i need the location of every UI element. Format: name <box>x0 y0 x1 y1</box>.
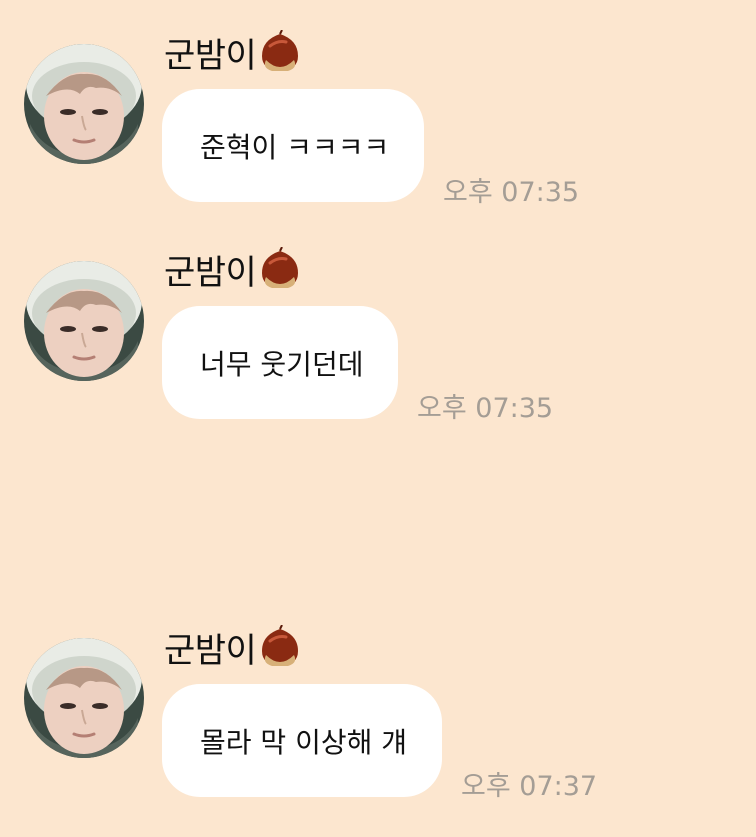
sender-name: 군밤이 <box>164 35 257 76</box>
chestnut-emoji-icon <box>258 625 302 669</box>
message-time: 오후 07:35 <box>443 177 580 208</box>
avatar[interactable] <box>24 638 144 758</box>
sender-row: 군밤이 <box>164 245 302 293</box>
sender-row: 군밤이 <box>164 623 302 671</box>
message-bubble[interactable]: 준혁이 ㅋㅋㅋㅋ <box>162 89 424 202</box>
chestnut-emoji-icon <box>258 247 302 291</box>
message-text: 준혁이 ㅋㅋㅋㅋ <box>200 130 390 164</box>
message-time: 오후 07:35 <box>417 393 554 424</box>
message-bubble[interactable]: 너무 웃기던데 <box>162 306 398 419</box>
message-bubble[interactable]: 몰라 막 이상해 걔 <box>162 684 442 797</box>
avatar-image <box>24 261 144 381</box>
message-text: 너무 웃기던데 <box>200 347 364 381</box>
sender-name: 군밤이 <box>164 252 257 293</box>
avatar-image <box>24 44 144 164</box>
sender-row: 군밤이 <box>164 28 302 76</box>
avatar[interactable] <box>24 261 144 381</box>
avatar[interactable] <box>24 44 144 164</box>
message-text: 몰라 막 이상해 걔 <box>200 725 408 759</box>
sender-name: 군밤이 <box>164 630 257 671</box>
avatar-image <box>24 638 144 758</box>
message-time: 오후 07:37 <box>461 771 598 802</box>
chestnut-emoji-icon <box>258 30 302 74</box>
